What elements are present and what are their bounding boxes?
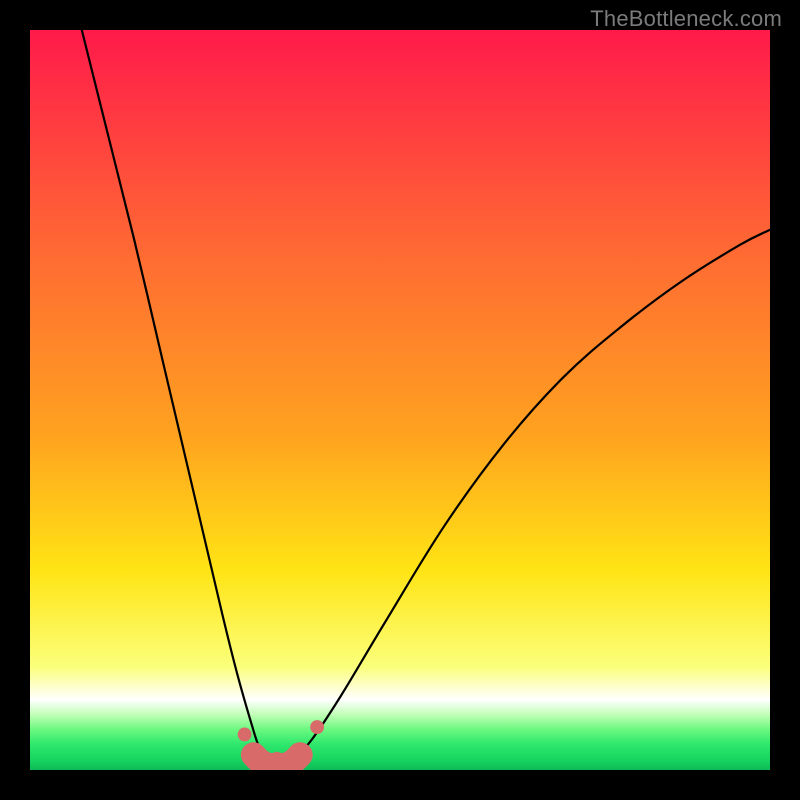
watermark-text: TheBottleneck.com [590,6,782,32]
trough-dot-1 [310,720,324,734]
chart-svg [30,30,770,770]
trough-dot-0 [238,728,252,742]
plot-area [30,30,770,770]
trough-marker [238,720,324,766]
bottleneck-curve [82,30,770,763]
outer-frame: TheBottleneck.com [0,0,800,800]
trough-segment [253,755,300,766]
